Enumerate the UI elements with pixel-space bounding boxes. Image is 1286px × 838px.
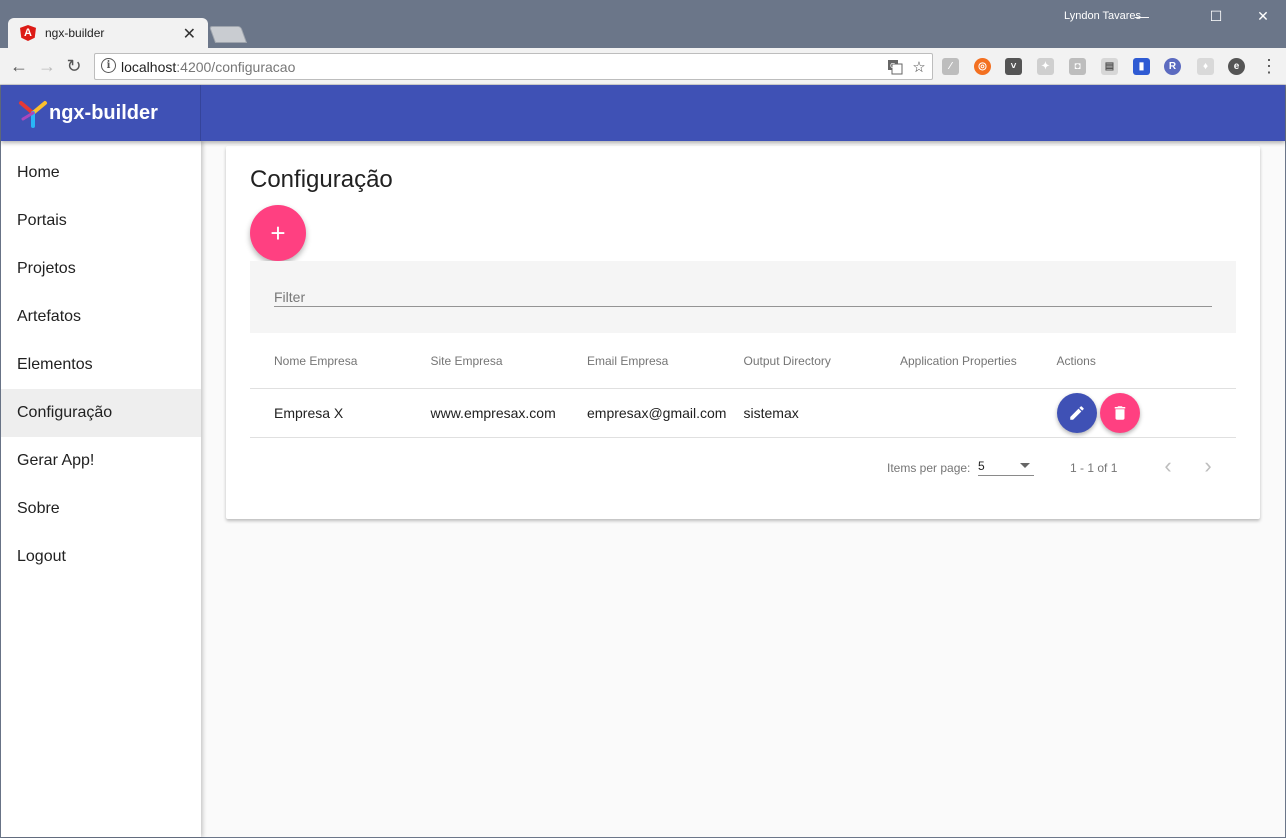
new-tab-button[interactable]	[208, 26, 248, 43]
brand-title: ngx-builder	[49, 101, 158, 124]
edit-button[interactable]	[1056, 393, 1097, 433]
back-icon[interactable]: ←	[8, 55, 30, 77]
sidebar-item-projetos[interactable]: Projetos	[1, 245, 201, 293]
filter-input[interactable]	[274, 287, 1212, 307]
previous-page-icon[interactable]: ‹	[1153, 451, 1183, 481]
sidebar-item-portais[interactable]: Portais	[1, 197, 201, 245]
column-header-actions: Actions	[1056, 353, 1096, 368]
sidebar-item-elementos[interactable]: Elementos	[1, 341, 201, 389]
minimize-icon[interactable]: —	[1127, 4, 1157, 28]
cell-actions	[1033, 393, 1190, 433]
items-per-page-label: Items per page:	[887, 461, 971, 475]
tab-title: ngx-builder	[45, 26, 105, 40]
page-range-label: 1 - 1 of 1	[1070, 461, 1118, 475]
configuracao-table: Nome Empresa Site Empresa Email Empresa …	[250, 333, 1236, 438]
sidebar-item-gerar-app[interactable]: Gerar App!	[1, 437, 201, 485]
r-extension-icon[interactable]: R	[1164, 58, 1181, 75]
evernote-extension-icon[interactable]: e	[1228, 58, 1245, 75]
angular-favicon-icon: A	[20, 25, 36, 41]
page-size-select[interactable]: 5	[978, 454, 1034, 476]
add-button[interactable]: +	[250, 205, 306, 261]
puzzle-extension-icon[interactable]: ✦	[1037, 58, 1054, 75]
column-header-output-directory[interactable]: Output Directory	[720, 354, 877, 368]
address-bar[interactable]: i localhost:4200/configuracao G ☆	[94, 53, 933, 80]
filter-container	[250, 261, 1236, 333]
sidebar-item-configuracao[interactable]: Configuração	[1, 389, 201, 437]
delete-button[interactable]	[1100, 393, 1141, 433]
paginator: Items per page: 5 1 - 1 of 1 ‹ ›	[250, 438, 1236, 494]
page-size-value: 5	[978, 459, 985, 473]
color-extension-icon[interactable]: ▮	[1133, 58, 1150, 75]
title-bar: A ngx-builder ✕ Lyndon Tavares — ☐ ✕	[0, 0, 1286, 48]
sidebar-item-artefatos[interactable]: Artefatos	[1, 293, 201, 341]
column-header-email-empresa[interactable]: Email Empresa	[563, 354, 720, 368]
sidebar-item-home[interactable]: Home	[1, 149, 201, 197]
tab-close-icon[interactable]: ✕	[183, 24, 196, 44]
brand[interactable]: ngx-builder	[1, 85, 201, 141]
browser-tab[interactable]: A ngx-builder ✕	[8, 18, 208, 48]
table-row: Empresa X www.empresax.com empresax@gmai…	[250, 389, 1236, 438]
maximize-icon[interactable]: ☐	[1201, 4, 1231, 28]
pencil-icon	[1069, 406, 1084, 420]
feather-extension-icon[interactable]: ♦	[1197, 58, 1214, 75]
cell-nome-empresa: Empresa X	[274, 405, 344, 421]
pdf-extension-icon[interactable]: ⁄	[942, 58, 959, 75]
dropdown-arrow-icon	[1020, 463, 1030, 468]
sidenav: Home Portais Projetos Artefatos Elemento…	[1, 141, 201, 837]
next-page-icon[interactable]: ›	[1193, 451, 1223, 481]
info-icon[interactable]: i	[101, 58, 116, 73]
app-root: ngx-builder Home Portais Projetos Artefa…	[1, 85, 1285, 837]
column-header-site-empresa[interactable]: Site Empresa	[407, 354, 564, 368]
lifebuoy-extension-icon[interactable]: ◎	[974, 58, 991, 75]
sidebar-item-sobre[interactable]: Sobre	[1, 485, 201, 533]
url-text[interactable]: localhost:4200/configuracao	[121, 59, 295, 75]
browser-toolbar: ← → ↻ i localhost:4200/configuracao G ☆ …	[0, 48, 1286, 85]
app-toolbar: ngx-builder	[1, 85, 1285, 141]
trash-icon	[1115, 406, 1126, 420]
pocket-extension-icon[interactable]: ˅	[1005, 58, 1022, 75]
translate-icon[interactable]: G	[885, 57, 905, 77]
close-window-icon[interactable]: ✕	[1248, 4, 1278, 28]
column-header-application-properties[interactable]: Application Properties	[876, 354, 1033, 368]
bookmark-star-icon[interactable]: ☆	[909, 57, 929, 77]
browser-window: A ngx-builder ✕ Lyndon Tavares — ☐ ✕ ← →…	[0, 0, 1286, 838]
cell-email-empresa: empresax@gmail.com	[587, 405, 727, 421]
svg-text:G: G	[890, 62, 895, 70]
forward-icon[interactable]: →	[36, 55, 58, 77]
ngx-builder-logo-icon	[19, 101, 47, 128]
cell-site-empresa: www.empresax.com	[430, 405, 556, 421]
table-header-row: Nome Empresa Site Empresa Email Empresa …	[250, 333, 1236, 389]
page-title: Configuração	[250, 166, 393, 193]
configuracao-card: Configuração + Nome Empresa Site Empresa…	[226, 146, 1260, 519]
reload-icon[interactable]: ↻	[63, 55, 85, 77]
sidebar-item-logout[interactable]: Logout	[1, 533, 201, 581]
column-header-nome-empresa[interactable]: Nome Empresa	[250, 354, 407, 368]
menu-icon[interactable]: ⋮	[1258, 55, 1280, 77]
cell-output-directory: sistemax	[743, 405, 799, 421]
camera-extension-icon[interactable]: ◘	[1069, 58, 1086, 75]
page-extension-icon[interactable]: ▤	[1101, 58, 1118, 75]
